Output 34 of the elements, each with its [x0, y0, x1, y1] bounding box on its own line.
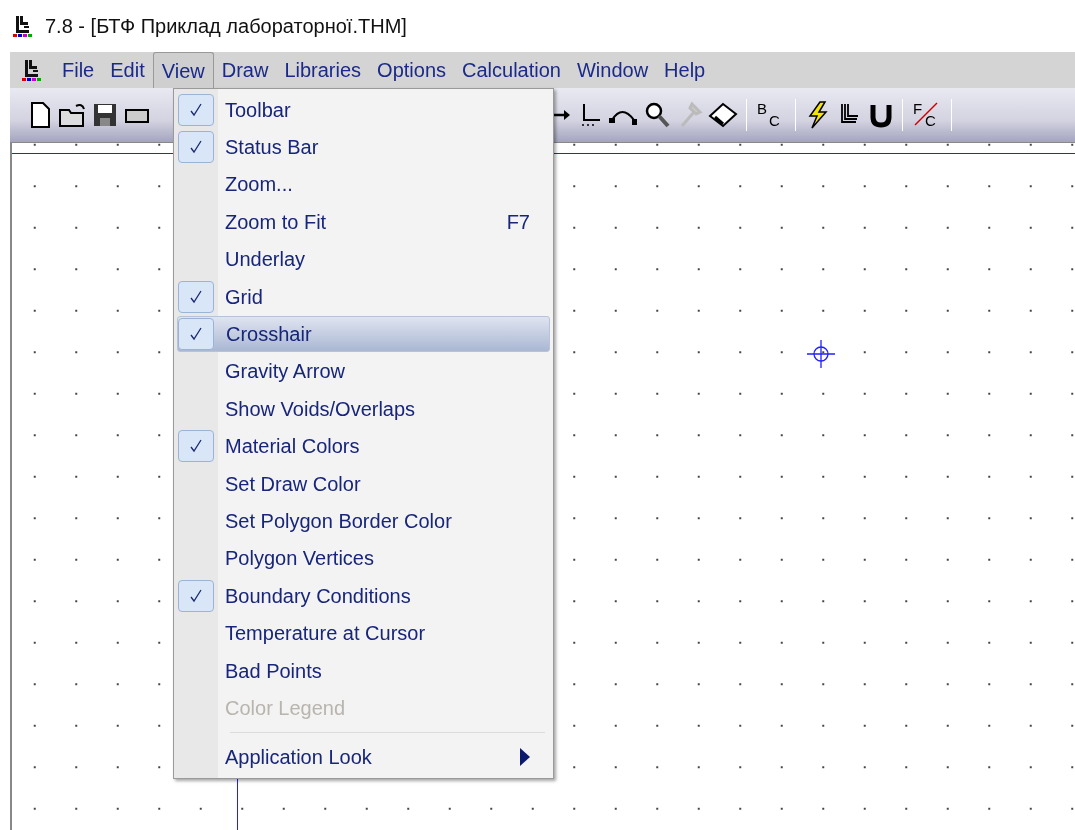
unit-toggle[interactable]: B C — [753, 97, 789, 133]
menu-item[interactable]: Zoom... — [177, 166, 550, 203]
menu-item[interactable]: Bad Points — [177, 652, 550, 689]
menu-bar-item[interactable]: Help — [656, 52, 714, 88]
menu-item[interactable]: Toolbar — [177, 92, 550, 128]
unit-letter: F — [913, 101, 923, 116]
menu-item[interactable]: Underlay — [177, 241, 550, 277]
menu-item[interactable]: Set Polygon Border Color — [177, 503, 550, 539]
menu-bar-item[interactable]: Calculation — [454, 52, 569, 88]
menu-bar-item[interactable]: Window — [568, 52, 657, 88]
menu-bar-item[interactable]: Libraries — [276, 52, 370, 88]
menu-bar-item[interactable]: Edit — [102, 52, 153, 88]
unit-letter: C — [769, 113, 780, 128]
menu-item[interactable]: Application Look — [177, 739, 550, 776]
menu-bar-item[interactable]: Draw — [213, 52, 277, 88]
shortcut-label: F7 — [506, 209, 530, 235]
menu-item[interactable]: Set Draw Color — [177, 465, 550, 502]
menu-item[interactable]: Temperature at Cursor — [177, 615, 550, 651]
menu-bar-item[interactable]: File — [54, 52, 103, 88]
menu-item[interactable]: Status Bar — [177, 129, 550, 165]
menu-item[interactable]: Show Voids/Overlaps — [177, 391, 550, 427]
menu-item[interactable]: Polygon Vertices — [177, 540, 550, 577]
menu-item[interactable]: Grid — [177, 278, 550, 315]
menu-item[interactable]: Boundary Conditions — [177, 578, 550, 614]
menu-bar-item[interactable]: Options — [369, 52, 454, 88]
menu-item[interactable]: Zoom to Fit F7 — [177, 204, 550, 240]
menu-bar-item[interactable]: View — [152, 52, 214, 88]
unit-letter: B — [757, 101, 767, 116]
window-title: 7.8 - [БТФ Приклад лабораторної.THM] — [45, 14, 407, 39]
menu-item[interactable]: Crosshair — [177, 316, 550, 352]
menu-item[interactable]: Gravity Arrow — [177, 353, 550, 390]
menu-item[interactable]: Material Colors — [177, 428, 550, 464]
unit-toggle[interactable]: F C — [909, 97, 945, 133]
unit-letter: C — [925, 113, 936, 128]
